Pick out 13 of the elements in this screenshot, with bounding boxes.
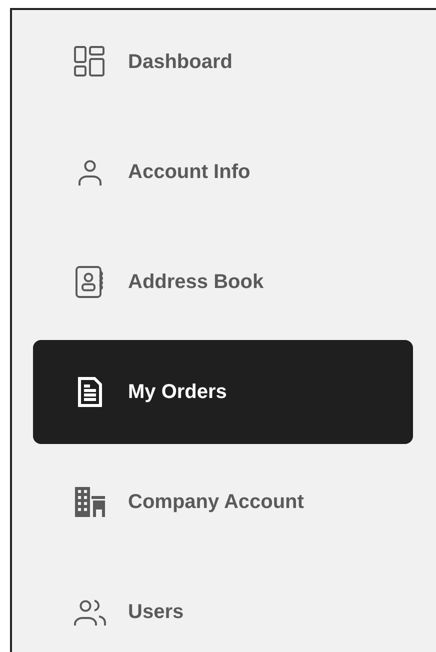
sidebar-item[interactable]: Users <box>33 560 413 652</box>
item-label: Account Info <box>128 160 250 184</box>
building-icon <box>72 484 108 520</box>
sidebar-item[interactable]: Dashboard <box>33 10 413 114</box>
item-label: My Orders <box>128 380 227 404</box>
item-label: Address Book <box>128 270 264 294</box>
sidebar-item[interactable]: Account Info <box>33 120 413 224</box>
sidebar-item[interactable]: Address Book <box>33 230 413 334</box>
item-label: Dashboard <box>128 50 232 74</box>
sidebar-item[interactable]: My Orders <box>33 340 413 444</box>
sidebar-item[interactable]: Company Account <box>33 450 413 554</box>
item-label: Users <box>128 600 184 624</box>
item-label: Company Account <box>128 490 304 514</box>
